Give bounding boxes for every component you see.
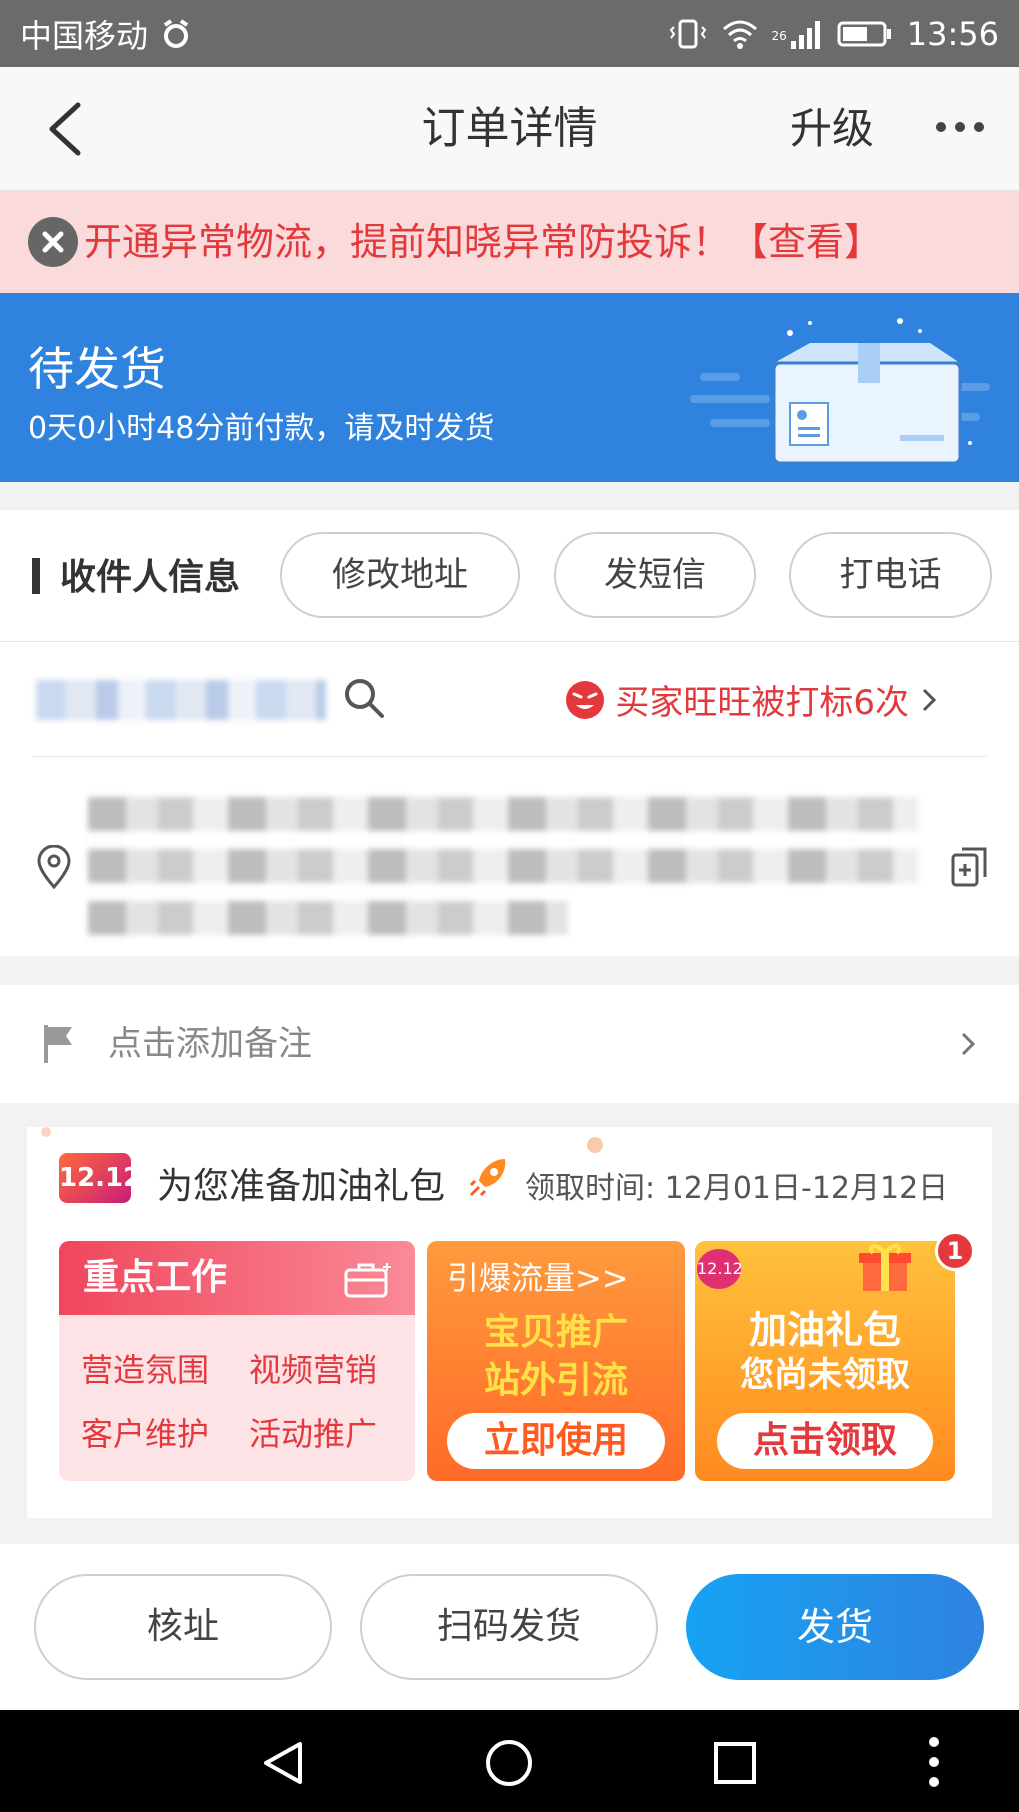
promo-title: 为您准备加油礼包 xyxy=(157,1166,446,1207)
use-now-button[interactable]: 立即使用 xyxy=(447,1413,665,1469)
gift-line1: 加油礼包 xyxy=(748,1308,901,1352)
remark-placeholder: 点击添加备注 xyxy=(108,1024,312,1064)
redacted-address-line-1 xyxy=(88,797,918,831)
flag-icon xyxy=(44,1025,72,1063)
location-pin-icon xyxy=(37,845,71,889)
traffic-boost-top: 引爆流量>> xyxy=(447,1259,629,1297)
verify-address-button[interactable]: 核址 xyxy=(34,1574,332,1680)
receiver-card: 收件人信息 修改地址 发短信 打电话 买家旺旺被打标6次 xyxy=(0,510,1019,956)
recents-square-icon[interactable] xyxy=(712,1740,758,1786)
chevron-right-icon xyxy=(922,688,937,711)
traffic-boost-line1: 宝贝推广 xyxy=(483,1312,628,1353)
traffic-boost-card[interactable]: 引爆流量>> 宝贝推广 站外引流 立即使用 xyxy=(427,1241,685,1481)
action-bar: 核址 扫码发货 发货 xyxy=(0,1544,1019,1710)
redacted-address-line-3 xyxy=(88,901,568,935)
vibrate-icon xyxy=(669,19,706,48)
notification-count-badge: 1 xyxy=(935,1231,975,1271)
alert-banner[interactable]: 开通异常物流，提前知晓异常防投诉！【查看】 xyxy=(0,191,1019,293)
alarm-icon xyxy=(163,18,189,48)
remark-row[interactable]: 点击添加备注 xyxy=(0,985,1019,1103)
ship-button[interactable]: 发货 xyxy=(686,1574,984,1680)
battery-icon xyxy=(837,21,891,46)
decor-dot xyxy=(41,1127,51,1137)
home-circle-icon[interactable] xyxy=(484,1738,534,1788)
claim-button[interactable]: 点击领取 xyxy=(717,1413,933,1469)
order-status-title: 待发货 xyxy=(28,342,166,396)
send-sms-button[interactable]: 发短信 xyxy=(554,532,756,618)
search-icon[interactable] xyxy=(342,676,386,720)
briefcase-icon xyxy=(344,1263,391,1298)
traffic-boost-line2: 站外引流 xyxy=(483,1360,628,1401)
gift-icon xyxy=(859,1244,911,1291)
promo-card[interactable]: 12.12 为您准备加油礼包 领取时间: 12月01日-12月12日 重点工作 … xyxy=(27,1127,992,1518)
call-button[interactable]: 打电话 xyxy=(789,532,992,618)
angry-face-icon xyxy=(566,680,605,719)
gift-badge: 12.12 xyxy=(697,1249,743,1289)
alert-text[interactable]: 开通异常物流，提前知晓异常防投诉！【查看】 xyxy=(84,191,882,293)
order-status-banner: 待发货 0天0小时48分前付款，请及时发货 xyxy=(0,293,1019,482)
redacted-address-line-2 xyxy=(88,849,918,883)
chevron-right-icon xyxy=(961,1032,976,1056)
order-status-subtitle: 0天0小时48分前付款，请及时发货 xyxy=(28,411,495,446)
buyer-row: 买家旺旺被打标6次 xyxy=(32,642,987,757)
key-work-item[interactable]: 客户维护 xyxy=(81,1409,209,1455)
menu-dots-icon[interactable] xyxy=(924,1734,944,1790)
upgrade-button[interactable]: 升级 xyxy=(790,67,874,191)
buyer-flag-text: 买家旺旺被打标6次 xyxy=(615,683,909,723)
section-marker xyxy=(32,558,40,594)
more-icon[interactable] xyxy=(935,115,985,139)
key-work-card[interactable]: 重点工作 营造氛围 视频营销 客户维护 活动推广 xyxy=(59,1241,415,1481)
wifi-icon xyxy=(722,20,757,49)
promo-time: 领取时间: 12月01日-12月12日 xyxy=(525,1171,949,1206)
rocket-icon xyxy=(469,1159,506,1197)
carrier-label: 中国移动 xyxy=(20,16,149,55)
package-illustration xyxy=(690,318,990,465)
receiver-section-title: 收件人信息 xyxy=(60,557,241,598)
receiver-header: 收件人信息 修改地址 发短信 打电话 xyxy=(0,510,1019,642)
gift-line2: 您尚未领取 xyxy=(740,1355,910,1395)
gift-pack-card[interactable]: 12.12 加油礼包 您尚未领取 点击领取 xyxy=(695,1241,955,1481)
double-twelve-badge: 12.12 xyxy=(59,1153,141,1203)
signal-icon xyxy=(790,20,820,49)
status-bar: 中国移动 26 13:56 xyxy=(0,0,1019,67)
back-triangle-icon[interactable] xyxy=(258,1738,308,1788)
network-label: 26 xyxy=(771,28,787,43)
clock: 13:56 xyxy=(906,14,999,53)
key-work-item[interactable]: 营造氛围 xyxy=(81,1345,209,1391)
key-work-item[interactable]: 视频营销 xyxy=(249,1345,377,1391)
key-work-item[interactable]: 活动推广 xyxy=(249,1409,377,1455)
close-icon[interactable] xyxy=(28,217,78,267)
nav-bar: 订单详情 升级 xyxy=(0,67,1019,191)
scan-ship-button[interactable]: 扫码发货 xyxy=(360,1574,658,1680)
system-nav-bar xyxy=(0,1710,1019,1812)
decor-dot xyxy=(587,1137,603,1153)
address-row xyxy=(0,757,1019,956)
redacted-buyer-name xyxy=(36,680,326,720)
buyer-flag-link[interactable]: 买家旺旺被打标6次 xyxy=(565,642,939,757)
edit-address-button[interactable]: 修改地址 xyxy=(280,532,520,618)
copy-icon[interactable] xyxy=(950,845,990,889)
